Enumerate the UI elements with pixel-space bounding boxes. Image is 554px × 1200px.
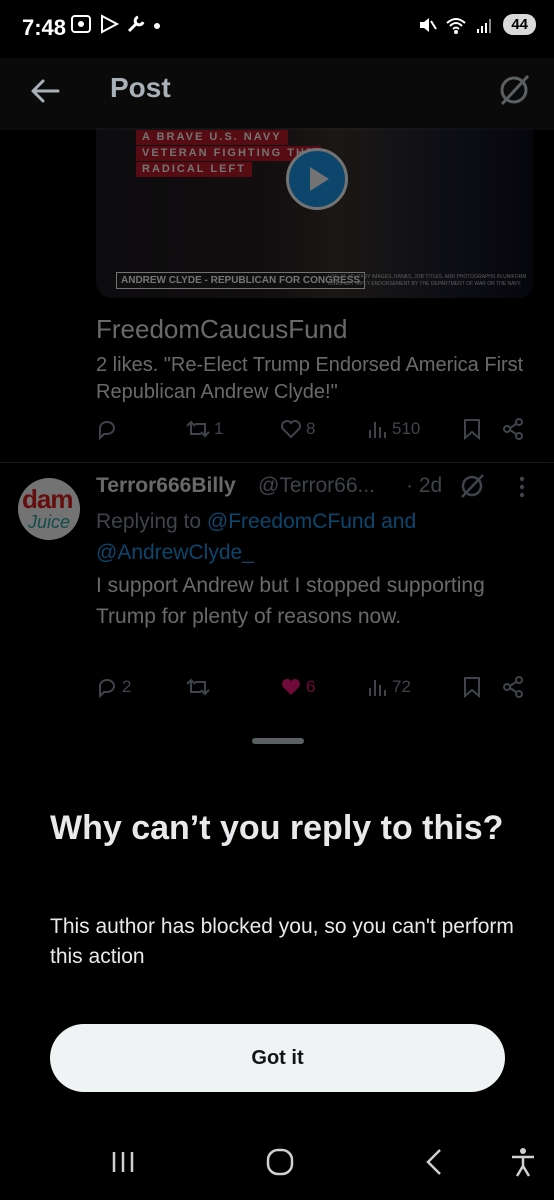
accessibility-icon[interactable] xyxy=(508,1146,538,1178)
app-header: Post xyxy=(0,58,554,130)
replying-prefix: Replying to xyxy=(96,510,207,533)
sheet-drag-handle[interactable] xyxy=(252,738,304,744)
more-options-icon[interactable] xyxy=(512,474,532,500)
share-icon xyxy=(503,676,523,698)
bookmark-icon xyxy=(464,677,480,698)
video-text-line: A BRAVE U.S. NAVY xyxy=(136,130,288,145)
avatar-text: Juice xyxy=(28,512,71,532)
page-title: Post xyxy=(110,72,171,103)
retweet-icon xyxy=(186,678,210,696)
avatar-text: dam xyxy=(22,484,73,514)
heart-icon xyxy=(281,420,301,439)
reply-handle[interactable]: @Terror66... xyxy=(258,474,375,498)
mention-link[interactable]: @FreedomCFund xyxy=(207,510,375,533)
back-nav-icon[interactable] xyxy=(420,1146,448,1178)
quoted-actions: 1 8 510 xyxy=(0,418,554,446)
bookmark-action[interactable] xyxy=(462,418,482,440)
views-count: 510 xyxy=(392,419,421,438)
replying-and: and xyxy=(375,510,417,533)
views-icon xyxy=(369,680,386,696)
divider xyxy=(0,462,554,463)
video-embed[interactable]: A BRAVE U.S. NAVY VETERAN FIGHTING THE R… xyxy=(96,128,534,298)
video-text-line: RADICAL LEFT xyxy=(136,162,252,177)
system-nav-bar xyxy=(0,1124,554,1200)
dot-icon xyxy=(154,23,160,29)
like-action[interactable]: 8 xyxy=(280,418,315,440)
quoted-author[interactable]: FreedomCaucusFund xyxy=(96,314,347,345)
bookmark-icon xyxy=(464,419,480,440)
back-arrow-icon[interactable] xyxy=(28,74,62,108)
battery-indicator: 44 xyxy=(503,14,536,35)
got-it-button[interactable]: Got it xyxy=(50,1024,505,1092)
play-icon xyxy=(310,167,329,191)
share-icon xyxy=(503,418,523,440)
heart-filled-icon xyxy=(282,679,300,695)
reply-icon xyxy=(99,421,115,440)
views-icon xyxy=(369,422,386,438)
bookmark-action[interactable] xyxy=(462,676,482,698)
replying-to: Replying to @FreedomCFund and @AndrewCly… xyxy=(96,506,526,568)
like-count: 8 xyxy=(306,419,316,438)
sheet-description: This author has blocked you, so you can'… xyxy=(50,915,514,968)
reply-icon xyxy=(99,679,115,698)
share-action[interactable] xyxy=(502,418,524,440)
video-disclaimer: USE OF MILITARY IMAGES, RANKS, JOB TITLE… xyxy=(328,274,527,287)
play-store-icon xyxy=(101,14,120,34)
recent-apps-icon[interactable] xyxy=(108,1148,138,1176)
signal-icon xyxy=(477,18,492,33)
avatar[interactable]: dam Juice xyxy=(18,478,80,540)
reply-display-name[interactable]: Terror666Billy xyxy=(96,474,236,498)
retweet-action[interactable] xyxy=(186,676,210,698)
reply-actions: 2 6 72 xyxy=(0,676,554,704)
views-action[interactable]: 72 xyxy=(368,676,411,698)
wrench-icon xyxy=(127,15,145,33)
share-action[interactable] xyxy=(502,676,524,698)
mention-link[interactable]: @AndrewClyde_ xyxy=(96,541,254,564)
views-action[interactable]: 510 xyxy=(368,418,420,440)
grok-icon[interactable] xyxy=(496,72,532,108)
quoted-text: 2 likes. "Re-Elect Trump Endorsed Americ… xyxy=(96,354,524,403)
screenshot-icon xyxy=(71,15,91,33)
reply-time: · 2d xyxy=(406,474,443,497)
like-action[interactable]: 6 xyxy=(280,676,315,698)
status-notification-icons xyxy=(70,14,162,34)
mute-icon xyxy=(420,17,438,32)
reply-action[interactable]: 2 xyxy=(96,676,131,698)
grok-icon[interactable] xyxy=(458,472,486,500)
retweet-action[interactable]: 1 xyxy=(186,418,223,440)
retweet-count: 1 xyxy=(214,419,224,438)
home-icon[interactable] xyxy=(264,1146,296,1178)
reply-action[interactable] xyxy=(96,418,118,440)
sheet-title: Why can’t you reply to this? xyxy=(50,809,504,847)
like-count: 6 xyxy=(306,677,316,696)
status-bar: 7:48 44 xyxy=(0,0,554,58)
retweet-icon xyxy=(186,420,210,438)
wifi-icon xyxy=(446,17,466,34)
status-system-icons: 44 xyxy=(417,14,536,35)
reply-text: I support Andrew but I stopped supportin… xyxy=(96,574,485,628)
play-button[interactable] xyxy=(286,148,348,210)
status-time: 7:48 xyxy=(22,15,67,40)
views-count: 72 xyxy=(392,677,411,696)
reply-count: 2 xyxy=(122,677,132,696)
